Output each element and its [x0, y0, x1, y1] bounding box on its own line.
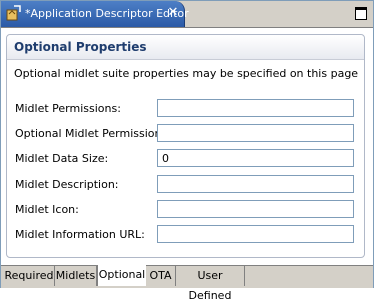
midlet-permissions-input[interactable] — [157, 99, 354, 117]
application-descriptor-icon — [5, 5, 21, 21]
tab-user-defined[interactable]: User Defined — [176, 266, 245, 302]
midlet-permissions-label: Midlet Permissions: — [15, 102, 121, 115]
editor-tab[interactable]: *Application Descriptor Editor ✕ — [1, 1, 189, 27]
section-title: Optional Properties — [14, 40, 147, 54]
tab-midlets[interactable]: Midlets — [55, 266, 97, 286]
tab-required[interactable]: Required — [4, 266, 55, 286]
midlet-icon-label: Midlet Icon: — [15, 203, 79, 216]
editor-window: *Application Descriptor Editor ✕ Optiona… — [0, 0, 374, 302]
midlet-description-label: Midlet Description: — [15, 178, 119, 191]
optional-properties-section: Optional Properties Optional midlet suit… — [6, 34, 365, 258]
editor-tab-title: *Application Descriptor Editor — [25, 7, 189, 20]
optional-midlet-permissions-label: Optional Midlet Permissions: — [15, 127, 171, 140]
optional-midlet-permissions-input[interactable] — [157, 124, 354, 142]
midlet-information-url-input[interactable] — [157, 225, 354, 243]
tab-ota[interactable]: OTA — [146, 266, 176, 286]
midlet-icon-input[interactable] — [157, 200, 354, 218]
section-description: Optional midlet suite properties may be … — [14, 67, 359, 80]
section-header[interactable]: Optional Properties — [7, 35, 364, 60]
midlet-data-size-label: Midlet Data Size: — [15, 152, 109, 165]
close-icon[interactable]: ✕ — [167, 6, 179, 20]
tab-optional[interactable]: Optional — [97, 265, 147, 286]
midlet-data-size-input[interactable] — [157, 149, 354, 167]
midlet-information-url-label: Midlet Information URL: — [15, 228, 145, 241]
editor-tabstrip: *Application Descriptor Editor ✕ — [1, 1, 373, 28]
maximize-icon[interactable] — [355, 7, 367, 20]
midlet-description-input[interactable] — [157, 175, 354, 193]
editor-page-tabs: Required Midlets Optional OTA User Defin… — [1, 265, 373, 302]
